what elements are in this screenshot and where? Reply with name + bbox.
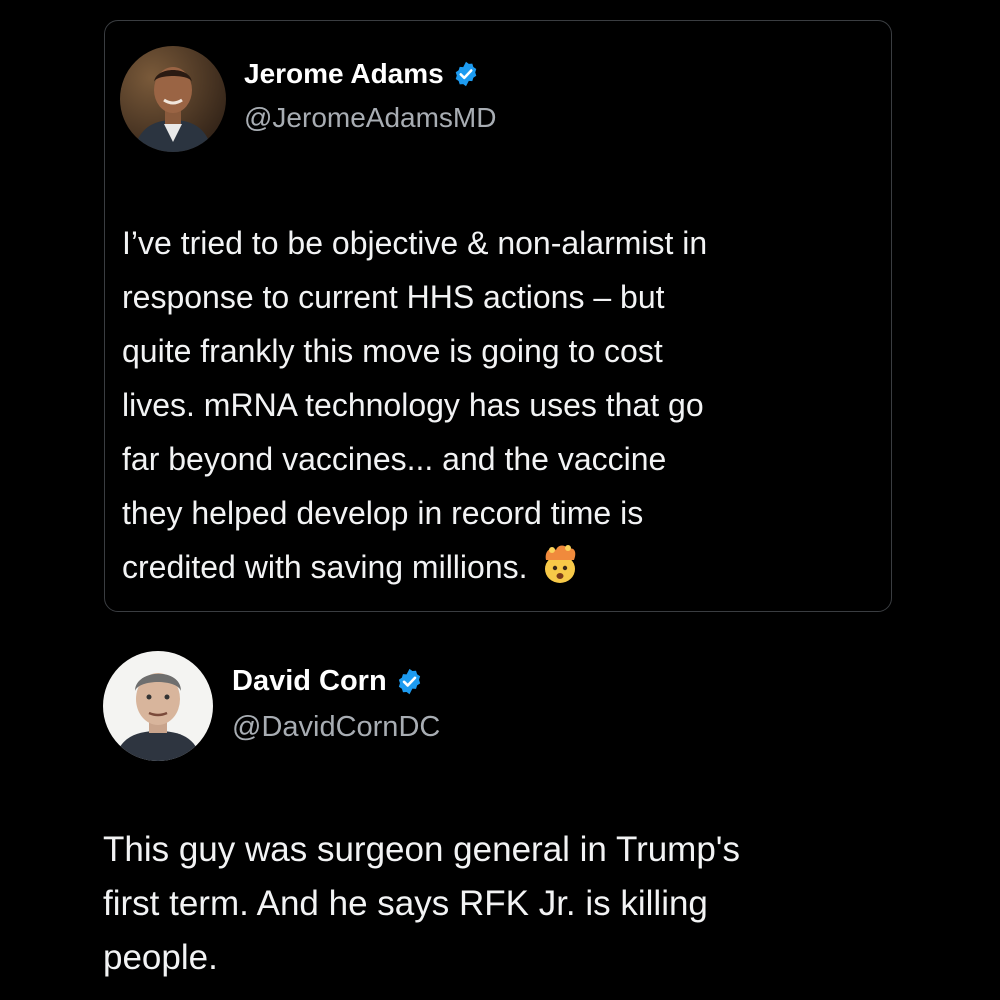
quoted-author-row[interactable]: Jerome Adams [244, 58, 480, 90]
verified-badge-icon [452, 60, 480, 88]
author-handle[interactable]: @JeromeAdamsMD [244, 102, 496, 134]
author-name[interactable]: David Corn [232, 665, 387, 698]
author-name[interactable]: Jerome Adams [244, 58, 444, 90]
quoted-tweet-text: I’ve tried to be objective & non-alarmis… [122, 216, 882, 594]
main-author-row[interactable]: David Corn [232, 665, 424, 698]
author-handle[interactable]: @DavidCornDC [232, 711, 440, 744]
main-tweet-text: This guy was surgeon general in Trump's … [103, 830, 740, 977]
exploding-head-emoji-icon [538, 544, 582, 584]
verified-badge-icon [395, 667, 424, 696]
avatar[interactable] [120, 46, 226, 152]
tweet-body: I’ve tried to be objective & non-alarmis… [122, 225, 708, 585]
avatar[interactable] [103, 651, 213, 761]
